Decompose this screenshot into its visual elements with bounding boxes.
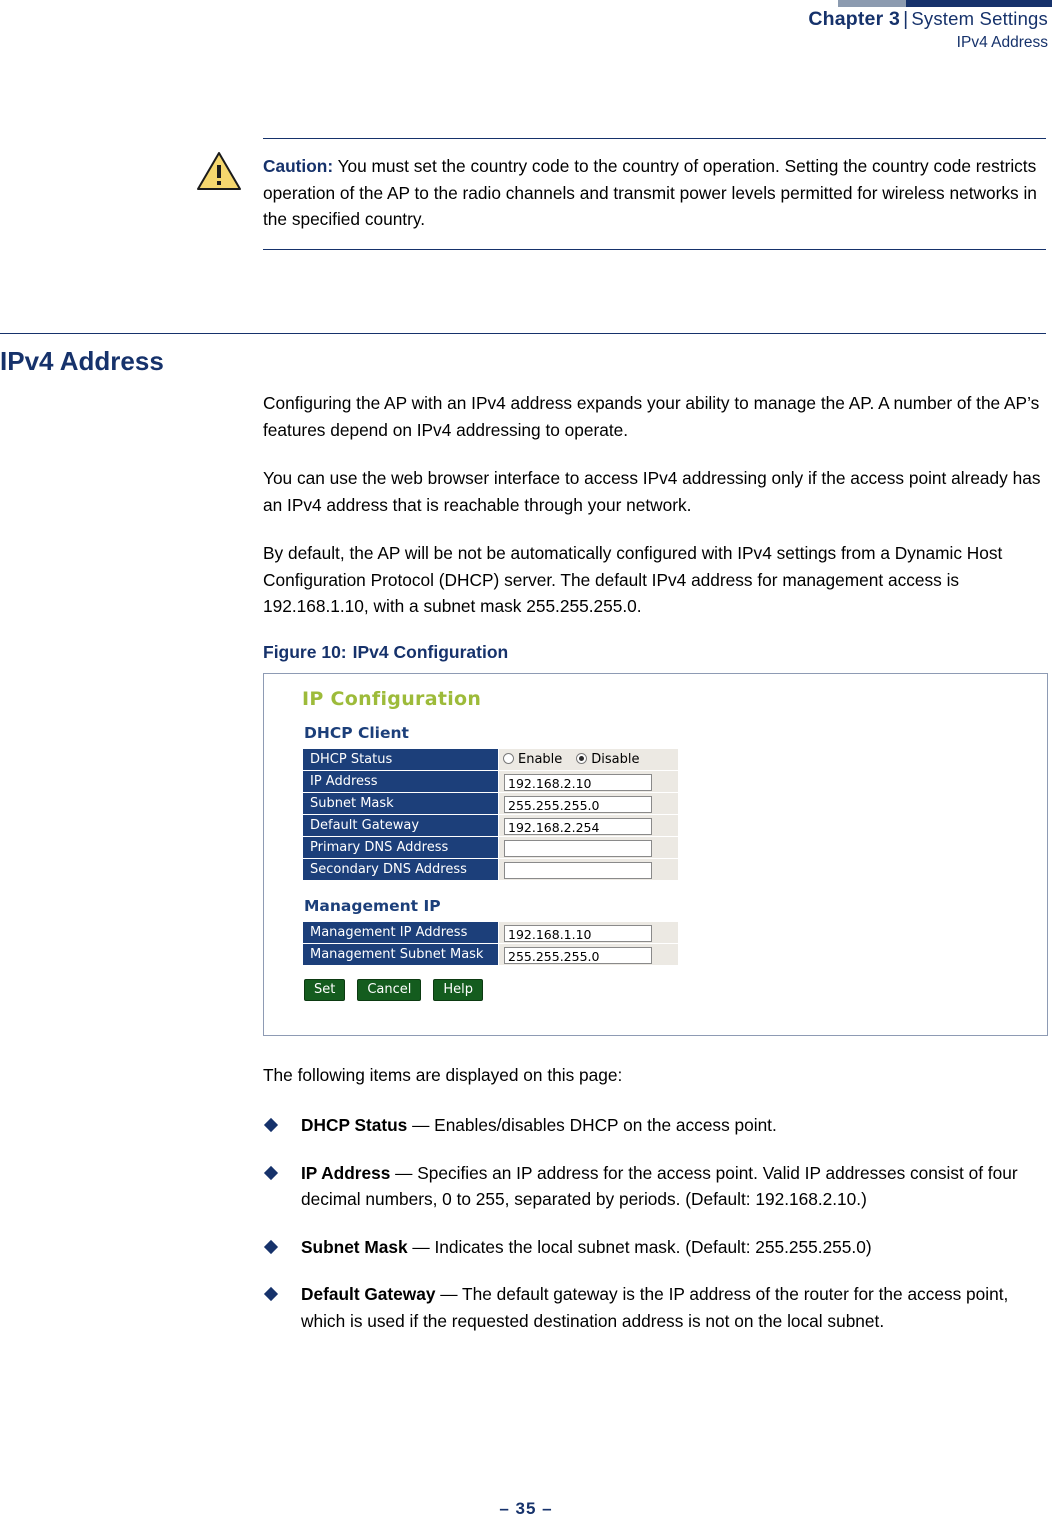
paragraph-2: You can use the web browser interface to… bbox=[263, 468, 1041, 515]
item-term: DHCP Status bbox=[301, 1115, 408, 1135]
help-button[interactable]: Help bbox=[433, 978, 484, 1001]
page-header: Chapter 3 | System Settings IPv4 Address bbox=[0, 0, 1052, 70]
cancel-button[interactable]: Cancel bbox=[357, 978, 422, 1001]
header-chapter-line: Chapter 3 | System Settings bbox=[808, 8, 1048, 31]
primary-dns-label: Primary DNS Address bbox=[302, 835, 499, 859]
items-intro: The following items are displayed on thi… bbox=[263, 1064, 623, 1085]
ip-address-label: IP Address bbox=[302, 769, 499, 793]
form-button-row: Set Cancel Help bbox=[304, 978, 722, 1001]
management-subnet-mask-input[interactable]: 255.255.255.0 bbox=[504, 946, 652, 964]
item-term: IP Address bbox=[301, 1162, 391, 1183]
diamond-bullet-icon bbox=[263, 1165, 279, 1180]
header-section-label: System Settings bbox=[911, 8, 1048, 29]
header-subtitle: IPv4 Address bbox=[956, 34, 1048, 51]
section-divider-rule bbox=[0, 333, 1046, 334]
caution-text: Caution: You must set the country code t… bbox=[263, 139, 1046, 249]
page-number-footer: – 35 – bbox=[499, 1499, 553, 1518]
header-separator: | bbox=[903, 8, 909, 30]
ip-configuration-heading: IP Configuration bbox=[302, 687, 482, 710]
subnet-mask-cell: 255.255.255.0 bbox=[498, 791, 679, 815]
item-desc: — Indicates the local subnet mask. (Defa… bbox=[407, 1236, 872, 1257]
items-list: The following items are displayed on thi… bbox=[263, 1062, 1052, 1335]
diamond-bullet-icon bbox=[263, 1117, 279, 1133]
list-item: DHCP Status — Enables/disables DHCP on t… bbox=[263, 1112, 1052, 1139]
management-ip-heading: Management IP bbox=[304, 896, 441, 915]
page-title: IPv4 Address bbox=[0, 346, 164, 376]
dhcp-status-disable-radio[interactable] bbox=[576, 752, 588, 764]
table-row: Primary DNS Address bbox=[302, 835, 679, 859]
figure-caption: Figure 10: IPv4 Configuration bbox=[263, 642, 1052, 663]
management-ip-address-label: Management IP Address bbox=[302, 920, 499, 944]
dhcp-status-enable-label: Enable bbox=[518, 751, 563, 767]
table-row: Management IP Address 192.168.1.10 bbox=[302, 920, 679, 944]
subnet-mask-label: Subnet Mask bbox=[302, 791, 499, 815]
management-ip-table: Management IP Address 192.168.1.10 Manag… bbox=[302, 920, 679, 966]
table-row: IP Address 192.168.2.10 bbox=[302, 769, 679, 793]
figure-title: IPv4 Configuration bbox=[352, 641, 509, 662]
management-subnet-mask-cell: 255.255.255.0 bbox=[498, 942, 679, 966]
secondary-dns-input[interactable] bbox=[504, 861, 652, 879]
list-item: IP Address — Specifies an IP address for… bbox=[263, 1160, 1052, 1213]
ip-address-cell: 192.168.2.10 bbox=[498, 769, 679, 793]
set-button[interactable]: Set bbox=[304, 978, 346, 1001]
dhcp-status-disable-label: Disable bbox=[591, 751, 640, 767]
caution-block: Caution: You must set the country code t… bbox=[263, 138, 1046, 250]
diamond-bullet-icon bbox=[263, 1286, 279, 1302]
list-item: Subnet Mask — Indicates the local subnet… bbox=[263, 1234, 1052, 1261]
item-term: Subnet Mask bbox=[301, 1236, 408, 1257]
figure-image: IP Configuration DHCP Client DHCP Status… bbox=[263, 672, 1048, 1036]
dhcp-status-enable-radio[interactable] bbox=[503, 752, 514, 764]
header-accent-bar-gray bbox=[838, 0, 906, 7]
table-row: DHCP Status Enable Disable bbox=[302, 747, 679, 771]
table-row: Default Gateway 192.168.2.254 bbox=[302, 813, 679, 837]
item-desc: — Specifies an IP address for the access… bbox=[301, 1162, 1018, 1210]
paragraph-3: By default, the AP will be not be automa… bbox=[263, 543, 1003, 616]
ip-configuration-panel: IP Configuration DHCP Client DHCP Status… bbox=[302, 688, 722, 1001]
caution-bottom-rule bbox=[263, 248, 1046, 250]
warning-triangle-icon bbox=[196, 150, 242, 192]
table-row: Secondary DNS Address bbox=[302, 857, 679, 881]
diamond-bullet-icon bbox=[263, 1239, 279, 1254]
header-accent-bar-navy bbox=[906, 0, 1052, 7]
dhcp-status-label: DHCP Status bbox=[302, 747, 499, 771]
primary-dns-input[interactable] bbox=[504, 839, 652, 857]
management-ip-address-cell: 192.168.1.10 bbox=[498, 920, 679, 944]
table-row: Management Subnet Mask 255.255.255.0 bbox=[302, 942, 679, 966]
item-desc: — Enables/disables DHCP on the access po… bbox=[407, 1115, 777, 1135]
caution-body-text: You must set the country code to the cou… bbox=[263, 156, 1037, 229]
secondary-dns-label: Secondary DNS Address bbox=[302, 857, 499, 881]
default-gateway-cell: 192.168.2.254 bbox=[498, 813, 679, 837]
ip-address-input[interactable]: 192.168.2.10 bbox=[504, 773, 652, 791]
secondary-dns-cell bbox=[498, 857, 679, 881]
dhcp-status-radio-group[interactable]: Enable Disable bbox=[498, 747, 679, 771]
management-subnet-mask-label: Management Subnet Mask bbox=[302, 942, 499, 966]
figure-number: Figure 10: bbox=[263, 641, 347, 662]
list-item: Default Gateway — The default gateway is… bbox=[263, 1281, 1052, 1334]
subnet-mask-input[interactable]: 255.255.255.0 bbox=[504, 795, 652, 813]
default-gateway-input[interactable]: 192.168.2.254 bbox=[504, 817, 652, 835]
header-chapter-label: Chapter 3 bbox=[808, 8, 901, 30]
body-column: Configuring the AP with an IPv4 address … bbox=[263, 390, 1052, 1355]
table-row: Subnet Mask 255.255.255.0 bbox=[302, 791, 679, 815]
primary-dns-cell bbox=[498, 835, 679, 859]
caution-label: Caution: bbox=[263, 156, 334, 176]
dhcp-client-table: DHCP Status Enable Disable IP Address 192… bbox=[302, 747, 679, 881]
item-term: Default Gateway bbox=[301, 1284, 436, 1304]
dhcp-client-heading: DHCP Client bbox=[304, 723, 409, 742]
default-gateway-label: Default Gateway bbox=[302, 813, 499, 837]
management-ip-address-input[interactable]: 192.168.1.10 bbox=[504, 924, 652, 942]
paragraph-1: Configuring the AP with an IPv4 address … bbox=[263, 393, 1040, 440]
